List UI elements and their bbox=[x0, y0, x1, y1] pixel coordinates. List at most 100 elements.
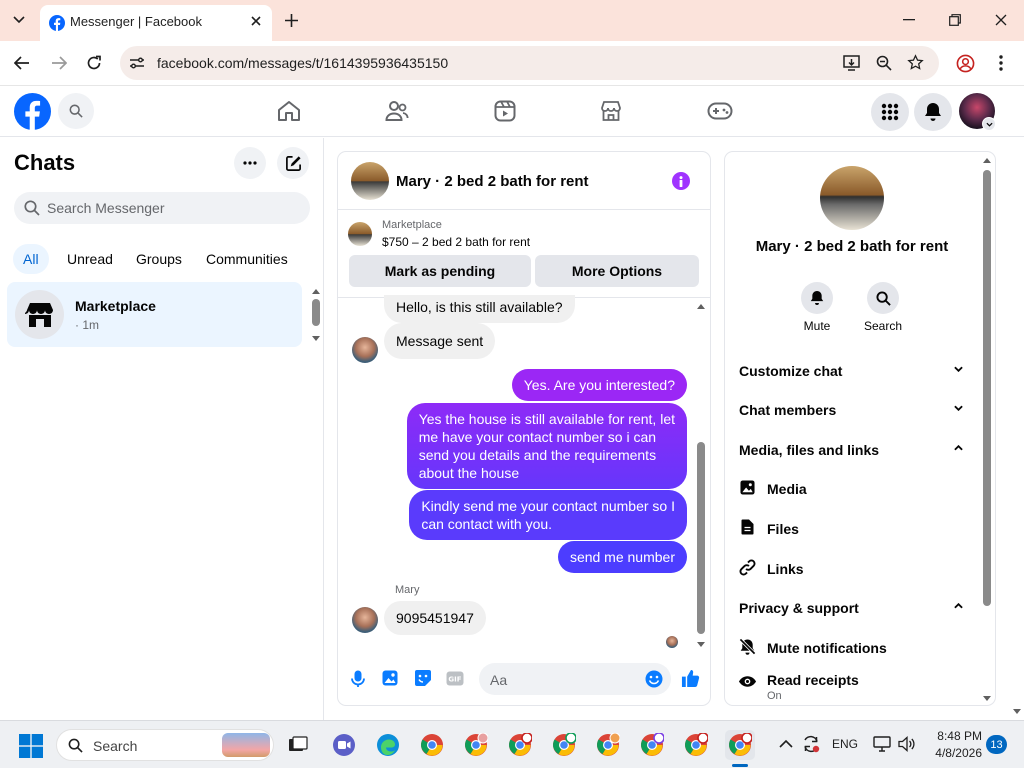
address-bar[interactable]: facebook.com/messages/t/1614395936435150 bbox=[120, 46, 939, 80]
chevron-up-icon[interactable] bbox=[954, 445, 963, 451]
conversation-item-marketplace[interactable]: Marketplace · 1m bbox=[7, 282, 302, 347]
scroll-down-icon[interactable] bbox=[982, 695, 992, 703]
search-in-conversation-button[interactable] bbox=[867, 282, 899, 314]
more-options-button[interactable]: More Options bbox=[535, 255, 699, 287]
close-window-icon[interactable] bbox=[995, 14, 1007, 26]
network-icon[interactable] bbox=[873, 736, 891, 752]
video-icon[interactable] bbox=[494, 100, 516, 122]
clock-date[interactable]: 4/8/2026 bbox=[928, 746, 982, 760]
task-view-button[interactable] bbox=[283, 730, 313, 760]
bookmark-star-icon[interactable] bbox=[907, 54, 924, 71]
clock-time[interactable]: 8:48 PM bbox=[928, 729, 982, 743]
tab-search-button[interactable] bbox=[8, 9, 30, 31]
message-input[interactable]: Aa bbox=[479, 663, 671, 695]
chevron-down-icon[interactable] bbox=[954, 405, 963, 411]
scroll-down-icon[interactable] bbox=[696, 641, 706, 649]
message-bubble-incoming[interactable]: 9095451947 bbox=[384, 601, 486, 635]
notification-count-badge[interactable]: 13 bbox=[986, 735, 1007, 754]
chrome-profile-6-button[interactable] bbox=[681, 730, 711, 760]
new-message-button[interactable] bbox=[277, 147, 309, 179]
close-tab-icon[interactable] bbox=[249, 14, 263, 28]
chat-members-section[interactable]: Chat members bbox=[739, 402, 836, 418]
mute-button[interactable] bbox=[801, 282, 833, 314]
gaming-icon[interactable] bbox=[707, 102, 733, 120]
microphone-icon[interactable] bbox=[351, 670, 365, 688]
message-bubble-incoming[interactable]: Hello, is this still available? bbox=[384, 295, 575, 323]
notifications-button[interactable] bbox=[914, 93, 952, 131]
filter-groups[interactable]: Groups bbox=[126, 244, 192, 274]
reload-icon[interactable] bbox=[86, 55, 102, 71]
chrome-active-window-button[interactable] bbox=[725, 730, 755, 760]
chrome-profile-2-button[interactable] bbox=[505, 730, 535, 760]
account-menu-button[interactable] bbox=[982, 117, 996, 131]
chats-options-button[interactable] bbox=[234, 147, 266, 179]
mute-notifications-item[interactable]: Mute notifications bbox=[767, 640, 887, 656]
facebook-logo-icon[interactable] bbox=[14, 93, 51, 130]
back-arrow-icon[interactable] bbox=[14, 56, 30, 70]
info-avatar[interactable] bbox=[820, 166, 884, 230]
windows-start-icon[interactable] bbox=[19, 734, 43, 758]
install-app-icon[interactable] bbox=[843, 55, 861, 71]
edge-browser-button[interactable] bbox=[373, 730, 403, 760]
home-icon[interactable] bbox=[277, 100, 301, 122]
chrome-profile-3-button[interactable] bbox=[549, 730, 579, 760]
profile-icon[interactable] bbox=[956, 54, 975, 73]
info-panel-scrollbar-thumb[interactable] bbox=[983, 170, 991, 606]
filter-unread[interactable]: Unread bbox=[57, 244, 123, 274]
scroll-up-icon[interactable] bbox=[982, 156, 992, 164]
scroll-down-icon[interactable] bbox=[311, 335, 321, 343]
like-thumbs-up-icon[interactable] bbox=[681, 669, 700, 688]
menu-button[interactable] bbox=[871, 93, 909, 131]
filter-communities[interactable]: Communities bbox=[196, 244, 298, 274]
sync-icon[interactable] bbox=[802, 735, 820, 753]
chrome-profile-4-button[interactable] bbox=[593, 730, 623, 760]
chrome-profile-1-button[interactable] bbox=[461, 730, 491, 760]
photo-icon[interactable] bbox=[382, 670, 398, 686]
listing-title[interactable]: $750 – 2 bed 2 bath for rent bbox=[382, 235, 530, 249]
read-receipts-item[interactable]: Read receipts bbox=[767, 672, 859, 688]
message-bubble-outgoing[interactable]: Yes the house is still available for ren… bbox=[406, 403, 687, 489]
conversation-info-button[interactable] bbox=[672, 172, 690, 190]
message-bubble-outgoing[interactable]: Kindly send me your contact number so I … bbox=[409, 490, 687, 540]
forward-arrow-icon[interactable] bbox=[51, 56, 67, 70]
minimize-icon[interactable] bbox=[903, 19, 915, 21]
customize-chat-section[interactable]: Customize chat bbox=[739, 363, 842, 379]
chevron-down-icon[interactable] bbox=[954, 366, 963, 372]
mark-as-pending-button[interactable]: Mark as pending bbox=[349, 255, 531, 287]
taskbar-search-box[interactable]: Search bbox=[56, 729, 274, 761]
links-item[interactable]: Links bbox=[767, 561, 804, 577]
message-bubble-outgoing[interactable]: Yes. Are you interested? bbox=[511, 369, 687, 401]
chat-name[interactable]: Mary · 2 bed 2 bath for rent bbox=[396, 173, 589, 190]
browser-menu-icon[interactable] bbox=[999, 55, 1003, 71]
new-tab-icon[interactable] bbox=[284, 13, 299, 28]
facebook-search-button[interactable] bbox=[58, 93, 94, 129]
show-hidden-icons-icon[interactable] bbox=[779, 739, 793, 748]
filter-all[interactable]: All bbox=[13, 244, 49, 274]
chat-scrollbar-thumb[interactable] bbox=[697, 442, 705, 634]
sticker-icon[interactable] bbox=[414, 669, 432, 687]
chrome-button[interactable] bbox=[417, 730, 447, 760]
media-files-links-section[interactable]: Media, files and links bbox=[739, 442, 879, 458]
chrome-profile-5-button[interactable] bbox=[637, 730, 667, 760]
marketplace-icon[interactable] bbox=[600, 100, 622, 122]
site-info-icon[interactable] bbox=[129, 56, 145, 70]
gif-icon[interactable]: GIF bbox=[446, 671, 464, 686]
files-item[interactable]: Files bbox=[767, 521, 799, 537]
scroll-up-icon[interactable] bbox=[311, 287, 321, 295]
language-indicator[interactable]: ENG bbox=[832, 737, 858, 751]
zoom-icon[interactable] bbox=[876, 55, 892, 71]
emoji-icon[interactable] bbox=[645, 670, 663, 688]
chevron-up-icon[interactable] bbox=[954, 603, 963, 609]
page-scroll-down-icon[interactable] bbox=[1012, 708, 1022, 716]
search-messenger-input[interactable]: Search Messenger bbox=[14, 192, 310, 224]
scroll-up-icon[interactable] bbox=[696, 302, 706, 310]
friends-icon[interactable] bbox=[385, 100, 409, 122]
privacy-support-section[interactable]: Privacy & support bbox=[739, 600, 859, 616]
chat-avatar[interactable] bbox=[351, 162, 389, 200]
restore-icon[interactable] bbox=[949, 14, 961, 26]
message-bubble-incoming[interactable]: Message sent bbox=[384, 323, 496, 359]
teams-meet-button[interactable] bbox=[329, 730, 359, 760]
message-bubble-outgoing[interactable]: send me number bbox=[557, 541, 687, 573]
media-item[interactable]: Media bbox=[767, 481, 807, 497]
browser-tab[interactable]: Messenger | Facebook bbox=[40, 5, 272, 41]
